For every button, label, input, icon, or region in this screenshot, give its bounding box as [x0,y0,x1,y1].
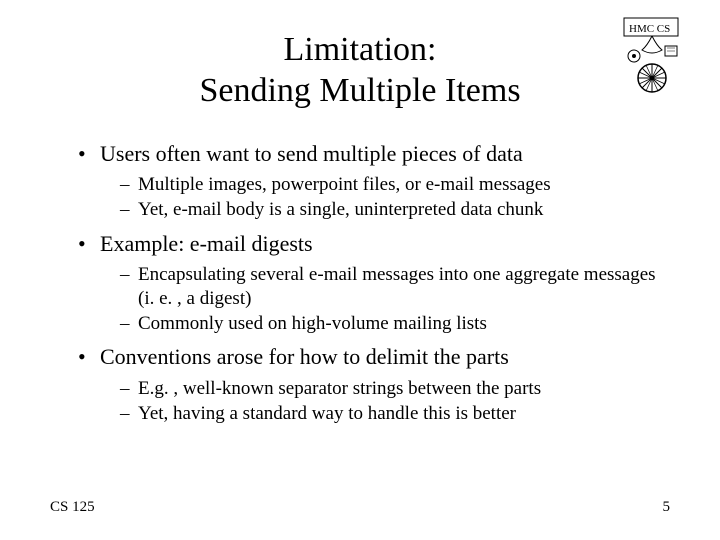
sub-bullet-item: Encapsulating several e-mail messages in… [120,263,670,311]
sub-bullet-item: E.g. , well-known separator strings betw… [120,377,670,401]
bullet-text: Users often want to send multiple pieces… [100,141,523,166]
footer-page-number: 5 [663,499,671,516]
bullet-item: Example: e-mail digests Encapsulating se… [78,230,670,336]
title-line-1: Limitation: [284,31,437,68]
bullet-item: Users often want to send multiple pieces… [78,140,670,222]
sub-bullet-text: Yet, e-mail body is a single, uninterpre… [138,199,543,220]
bullet-text: Conventions arose for how to delimit the… [100,344,509,369]
sub-bullet-text: E.g. , well-known separator strings betw… [138,378,541,399]
slide-content: Users often want to send multiple pieces… [50,140,670,426]
sub-bullet-text: Yet, having a standard way to handle thi… [138,403,516,424]
bullet-item: Conventions arose for how to delimit the… [78,343,670,425]
sub-bullet-item: Yet, having a standard way to handle thi… [120,402,670,426]
title-line-2: Sending Multiple Items [199,72,520,109]
slide-title: Limitation: Sending Multiple Items [50,30,670,112]
footer-course-code: CS 125 [50,499,95,516]
sub-bullet-text: Encapsulating several e-mail messages in… [138,264,656,309]
sub-bullet-item: Yet, e-mail body is a single, uninterpre… [120,198,670,222]
sub-bullet-text: Multiple images, powerpoint files, or e-… [138,174,551,195]
sub-bullet-item: Commonly used on high-volume mailing lis… [120,312,670,336]
bullet-text: Example: e-mail digests [100,231,313,256]
sub-bullet-item: Multiple images, powerpoint files, or e-… [120,173,670,197]
logo-hmc-cs: HMC CS [622,16,692,96]
sub-bullet-text: Commonly used on high-volume mailing lis… [138,313,487,334]
slide-footer: CS 125 5 [50,499,670,516]
svg-text:HMC CS: HMC CS [629,23,670,35]
